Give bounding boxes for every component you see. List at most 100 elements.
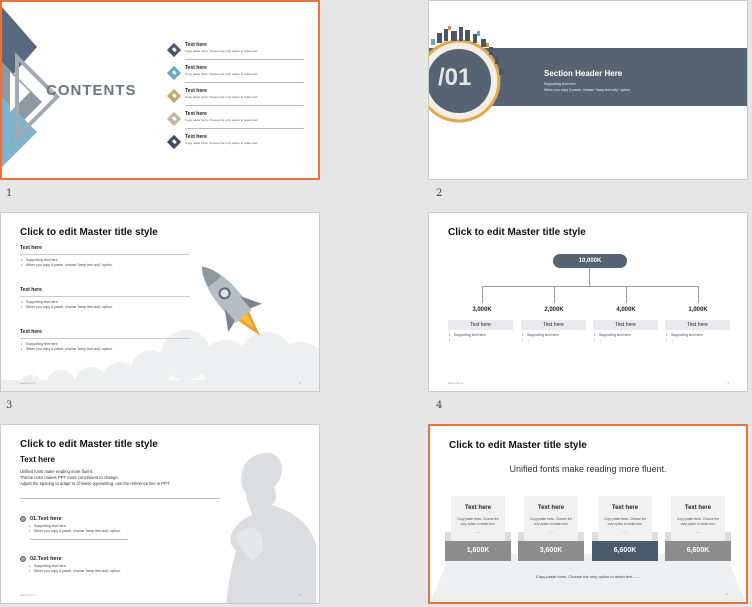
org-root-pill: 10,000K xyxy=(553,254,627,268)
slide-headline: Unified fonts make reading more fluent. xyxy=(509,464,667,474)
toc-item-desc: Copy paste fonts. Choose the only option… xyxy=(185,141,259,145)
org-bullets: Supporting text here. ... xyxy=(593,333,658,343)
floor-perspective xyxy=(430,554,746,602)
slide-thumbnail-2[interactable]: /01 Section Header Here Supporting text … xyxy=(428,0,748,180)
card-desc: Copy paste fonts. Choose the only option… xyxy=(604,517,646,526)
value-card: Text here Copy paste fonts. Choose the o… xyxy=(671,496,725,542)
card-desc: Copy paste fonts. Choose the only option… xyxy=(457,517,499,526)
divider xyxy=(30,539,128,540)
slide-thumbnail-6[interactable]: Click to edit Master title style Unified… xyxy=(428,424,748,604)
text-block: Text here Supporting text here. When you… xyxy=(20,287,190,310)
card-desc: Copy paste fonts. Choose the only option… xyxy=(530,517,572,526)
thinking-man-silhouette xyxy=(226,452,316,603)
slide-subtitle: Text here xyxy=(20,455,55,464)
org-bullets: Supporting text here. ... xyxy=(665,333,730,343)
connector xyxy=(554,286,555,303)
slide-number: 4 xyxy=(436,400,443,411)
slide-title: Click to edit Master title style xyxy=(448,227,586,238)
slide-title: Click to edit Master title style xyxy=(20,439,158,450)
connector xyxy=(589,268,590,286)
toc-item-desc: Copy paste fonts. Choose the only option… xyxy=(185,95,259,99)
block-heading: Text here xyxy=(20,245,42,251)
toc-item-desc: Copy paste fonts. Choose the only option… xyxy=(185,72,259,76)
slide-page-number: 5 xyxy=(299,593,301,597)
slide-thumbnail-1[interactable]: CONTENTS Text here Copy paste fonts. Cho… xyxy=(0,0,320,180)
connector xyxy=(482,286,483,303)
connector xyxy=(626,286,627,303)
slide-title: Click to edit Master title style xyxy=(449,440,587,451)
slide-sorter: CONTENTS Text here Copy paste fonts. Cho… xyxy=(0,0,752,607)
diamond-icon xyxy=(166,134,182,150)
divider xyxy=(185,59,304,60)
toc-item-title: Text here xyxy=(185,134,207,140)
diamond-icon xyxy=(166,111,182,127)
divider xyxy=(185,82,304,83)
card-value: 1,600K xyxy=(445,541,511,561)
slide-page-number: 3 xyxy=(299,381,301,385)
bullet: When you copy & paste, choose "keep text… xyxy=(28,529,130,534)
divider xyxy=(185,128,304,129)
card-sep: ...... xyxy=(622,530,628,534)
toc-item[interactable]: Text here Copy paste fonts. Choose the o… xyxy=(165,88,305,110)
toc-item-title: Text here xyxy=(185,111,207,117)
diamond-icon xyxy=(166,42,182,58)
contents-title: CONTENTS xyxy=(46,82,137,99)
org-label: Text here xyxy=(448,320,513,330)
point-heading: 02.Text here xyxy=(30,556,62,562)
slide-page-number: 4 xyxy=(727,381,729,385)
bullet: When you copy & paste, choose "keep text… xyxy=(20,263,190,268)
divider xyxy=(20,498,220,499)
toc-item[interactable]: Text here Copy paste fonts. Choose the o… xyxy=(165,134,305,156)
block-heading: Text here xyxy=(20,329,42,335)
toc-item[interactable]: Text here Copy paste fonts. Choose the o… xyxy=(165,65,305,87)
section-header: Section Header Here xyxy=(544,69,623,78)
slide-thumbnail-4[interactable]: Click to edit Master title style 10,000K… xyxy=(428,212,748,392)
section-sub-2: When you copy & paste, choose "keep text… xyxy=(544,88,631,92)
slide-footer: www.xxx.xx xyxy=(20,593,36,597)
circle-bullet-icon xyxy=(20,556,26,562)
org-label: Text here xyxy=(665,320,730,330)
value-card: Text here Copy paste fonts. Choose the o… xyxy=(451,496,505,542)
card-title: Text here xyxy=(611,505,639,511)
bottom-note: Copy paste fonts. Choose the only option… xyxy=(535,574,641,579)
card-sep: ...... xyxy=(475,530,481,534)
slide-footer: www.xxx.xx xyxy=(448,381,464,385)
org-bullets: Supporting text here. ... xyxy=(521,333,586,343)
section-sub-1: Supporting text here. xyxy=(544,82,577,86)
diamond-icon xyxy=(166,88,182,104)
point-heading: 01.Text here xyxy=(30,516,62,522)
slide-number: 1 xyxy=(6,188,13,199)
card-title: Text here xyxy=(537,505,565,511)
intro-line: Adjust the spacing to adapt to Chinese t… xyxy=(20,481,171,486)
org-value: 1,000K xyxy=(688,307,708,313)
bullet: ... xyxy=(593,338,658,343)
slide-page-number: 6 xyxy=(726,592,728,596)
toc-item[interactable]: Text here Copy paste fonts. Choose the o… xyxy=(165,42,305,64)
card-title: Text here xyxy=(684,505,712,511)
divider xyxy=(185,105,304,106)
rocket-graphic xyxy=(202,266,262,336)
slide-footer: www.xxx.xx xyxy=(20,381,36,385)
org-value: 2,000K xyxy=(544,307,564,313)
toc-item[interactable]: Text here Copy paste fonts. Choose the o… xyxy=(165,111,305,133)
divider xyxy=(20,338,190,339)
bullet: ... xyxy=(665,338,730,343)
toc-item-desc: Copy paste fonts. Choose the only option… xyxy=(185,49,259,53)
connector xyxy=(698,286,699,303)
card-value: 6,600K xyxy=(592,541,658,561)
connector xyxy=(482,286,698,287)
block-heading: Text here xyxy=(20,287,42,293)
card-sep: ...... xyxy=(548,530,554,534)
toc-item-title: Text here xyxy=(185,88,207,94)
point-item: 02.Text here Supporting text here. When … xyxy=(20,556,130,574)
slide-thumbnail-5[interactable]: Click to edit Master title style Text he… xyxy=(0,424,320,604)
section-number: /01 xyxy=(438,64,472,91)
slide-thumbnail-3[interactable]: Click to edit Master title style Text he… xyxy=(0,212,320,392)
card-value: 6,600K xyxy=(665,541,731,561)
divider xyxy=(20,254,190,255)
org-value: 4,000K xyxy=(616,307,636,313)
slide-number: 3 xyxy=(6,400,13,411)
bullet: ... xyxy=(448,338,513,343)
divider xyxy=(20,296,190,297)
org-bullets: Supporting text here. ... xyxy=(448,333,513,343)
